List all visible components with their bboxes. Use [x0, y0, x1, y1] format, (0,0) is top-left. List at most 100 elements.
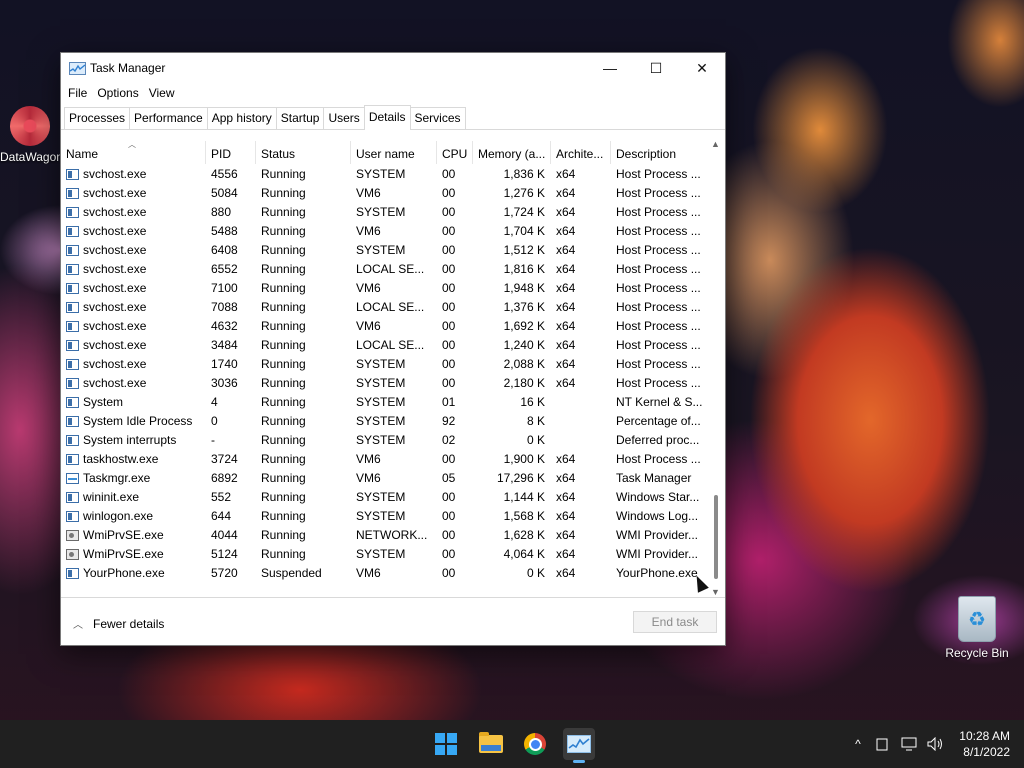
cell-memory: 1,276 K — [503, 186, 545, 200]
scroll-up-icon[interactable]: ▲ — [711, 139, 720, 149]
taskbar-file-explorer[interactable] — [475, 728, 507, 760]
scrollbar-thumb[interactable] — [714, 495, 718, 579]
menu-options[interactable]: Options — [92, 83, 143, 103]
cell-status: Running — [261, 319, 306, 333]
process-name: svchost.exe — [83, 243, 147, 257]
tab-bar: Processes Performance App history Startu… — [61, 105, 725, 130]
desktop-icon-datawagon[interactable]: DataWagon — [0, 106, 60, 164]
title-bar[interactable]: Task Manager — ☐ ✕ — [61, 53, 725, 83]
cell-user-name: VM6 — [356, 224, 381, 238]
cell-status: Running — [261, 471, 306, 485]
cell-architecture: x64 — [556, 509, 576, 523]
cell-architecture: x64 — [556, 262, 576, 276]
cell-pid: 644 — [211, 509, 232, 523]
table-row[interactable]: svchost.exe 6552 Running LOCAL SE... 00 1,816… — [61, 260, 723, 279]
table-row[interactable]: svchost.exe 4556 Running SYSTEM 00 1,836 K x64… — [61, 165, 723, 184]
cell-name: svchost.exe — [61, 374, 206, 393]
cell-status: Running — [261, 414, 306, 428]
menu-view[interactable]: View — [144, 83, 180, 103]
column-header-status[interactable]: Status — [256, 141, 351, 164]
cell-status: Running — [261, 357, 306, 371]
cell-status: Running — [261, 281, 306, 295]
window-icon — [66, 340, 79, 351]
table-row[interactable]: svchost.exe 5084 Running VM6 00 1,276 K x64 Hos… — [61, 184, 723, 203]
service-icon — [66, 530, 79, 541]
cell-status: Running — [261, 395, 306, 409]
menu-file[interactable]: File — [63, 83, 92, 103]
taskbar-chrome[interactable] — [519, 728, 551, 760]
process-name: taskhostw.exe — [83, 452, 159, 466]
cell-cpu: 00 — [442, 490, 456, 504]
table-row[interactable]: svchost.exe 1740 Running SYSTEM 00 2,088 K x64… — [61, 355, 723, 374]
process-name: svchost.exe — [83, 281, 147, 295]
network-icon[interactable] — [900, 720, 920, 768]
table-row[interactable]: System Idle Process 0 Running SYSTEM 92 8 K Pe… — [61, 412, 723, 431]
taskbar-task-manager[interactable] — [563, 728, 595, 763]
cell-architecture: x64 — [556, 566, 576, 580]
cell-user-name: SYSTEM — [356, 509, 406, 523]
table-row[interactable]: YourPhone.exe 5720 Suspended VM6 00 0 K x64 You… — [61, 564, 723, 583]
table-row[interactable]: svchost.exe 880 Running SYSTEM 00 1,724 K x64 H… — [61, 203, 723, 222]
column-header-architecture[interactable]: Archite... — [551, 141, 611, 164]
cell-name: System — [61, 393, 206, 412]
fewer-details-button[interactable]: ︿ Fewer details — [73, 616, 164, 632]
cell-cpu: 02 — [442, 433, 456, 447]
table-row[interactable]: svchost.exe 5488 Running VM6 00 1,704 K x64 Hos… — [61, 222, 723, 241]
column-header-user-name[interactable]: User name — [351, 141, 437, 164]
table-row[interactable]: System 4 Running SYSTEM 01 16 K NT Kernel & S.… — [61, 393, 723, 412]
tab-users[interactable]: Users — [323, 107, 365, 129]
tab-performance[interactable]: Performance — [129, 107, 208, 129]
table-row[interactable]: System interrupts - Running SYSTEM 02 0 K Defe… — [61, 431, 723, 450]
start-icon — [435, 733, 457, 755]
table-row[interactable]: WmiPrvSE.exe 4044 Running NETWORK... 00 1,628… — [61, 526, 723, 545]
table-row[interactable]: Taskmgr.exe 6892 Running VM6 05 17,296 K x64 Ta… — [61, 469, 723, 488]
process-name: svchost.exe — [83, 262, 147, 276]
cell-cpu: 00 — [442, 547, 456, 561]
table-row[interactable]: WmiPrvSE.exe 5124 Running SYSTEM 00 4,064 K x6… — [61, 545, 723, 564]
vertical-scrollbar[interactable]: ▲ ▼ — [709, 139, 723, 597]
cell-user-name: SYSTEM — [356, 433, 406, 447]
tab-services[interactable]: Services — [409, 107, 466, 129]
cell-cpu: 00 — [442, 319, 456, 333]
clock-date: 8/1/2022 — [963, 745, 1010, 759]
tray-tablet-icon[interactable] — [874, 720, 890, 768]
maximize-button[interactable]: ☐ — [633, 53, 679, 83]
footer-bar: ︿ Fewer details End task — [61, 597, 725, 645]
column-header-memory[interactable]: Memory (a... — [473, 141, 551, 164]
taskbar-clock[interactable]: 10:28 AM 8/1/2022 — [959, 728, 1010, 760]
start-button[interactable] — [430, 728, 462, 760]
tab-processes[interactable]: Processes — [64, 107, 131, 129]
table-row[interactable]: svchost.exe 6408 Running SYSTEM 00 1,512 K x64… — [61, 241, 723, 260]
window-icon — [66, 397, 79, 408]
table-row[interactable]: svchost.exe 7088 Running LOCAL SE... 00 1,376… — [61, 298, 723, 317]
tab-details[interactable]: Details — [363, 105, 411, 130]
cell-user-name: VM6 — [356, 186, 381, 200]
table-row[interactable]: svchost.exe 4632 Running VM6 00 1,692 K x64 Hos… — [61, 317, 723, 336]
minimize-button[interactable]: — — [587, 53, 633, 83]
cell-name: Taskmgr.exe — [61, 469, 206, 488]
column-header-pid[interactable]: PID — [206, 141, 256, 164]
table-row[interactable]: wininit.exe 552 Running SYSTEM 00 1,144 K x64 W… — [61, 488, 723, 507]
desktop-icon-recycle-bin[interactable]: ♻ Recycle Bin — [937, 596, 1017, 660]
column-header-cpu[interactable]: CPU — [437, 141, 473, 164]
cell-memory: 1,900 K — [503, 452, 545, 466]
tray-overflow-chevron-icon[interactable]: ^ — [850, 720, 866, 768]
scroll-down-icon[interactable]: ▼ — [711, 587, 720, 597]
table-row[interactable]: winlogon.exe 644 Running SYSTEM 00 1,568 K x64… — [61, 507, 723, 526]
clock-time: 10:28 AM — [959, 729, 1010, 743]
tab-startup[interactable]: Startup — [275, 107, 325, 129]
close-button[interactable]: ✕ — [679, 53, 725, 83]
tab-app-history[interactable]: App history — [206, 107, 277, 129]
service-icon — [66, 549, 79, 560]
table-row[interactable]: svchost.exe 3484 Running LOCAL SE... 00 1,240… — [61, 336, 723, 355]
table-row[interactable]: svchost.exe 7100 Running VM6 00 1,948 K x64 Hos… — [61, 279, 723, 298]
column-header-description[interactable]: Description — [611, 141, 705, 164]
volume-icon[interactable] — [926, 720, 946, 768]
column-header-name[interactable]: Name — [61, 141, 206, 164]
table-row[interactable]: svchost.exe 3036 Running SYSTEM 00 2,180 K x64… — [61, 374, 723, 393]
table-row[interactable]: taskhostw.exe 3724 Running VM6 00 1,900 K x64 H… — [61, 450, 723, 469]
cell-status: Running — [261, 376, 306, 390]
cell-pid: 6552 — [211, 262, 238, 276]
end-task-button[interactable]: End task — [633, 611, 717, 633]
window-icon — [66, 511, 79, 522]
